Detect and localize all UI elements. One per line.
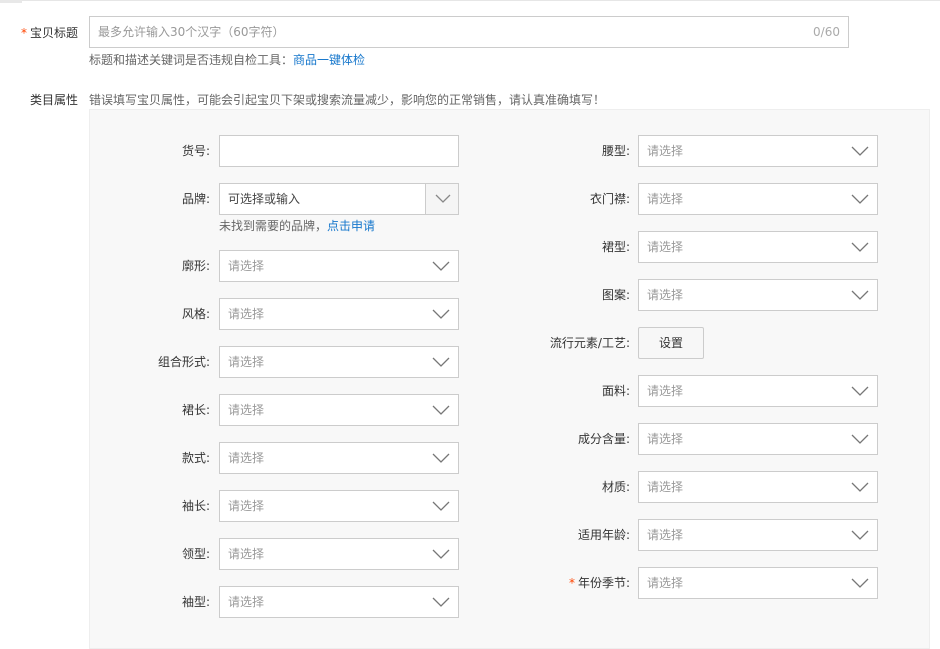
select-placeholder: 请选择 [647,432,684,446]
select-placeholder: 请选择 [647,576,684,590]
required-mark: * [568,576,575,590]
chevron-down-icon [851,434,869,444]
qunxing-select[interactable]: 请选择 [638,231,878,263]
qunxing-label: 裙型: [601,240,630,254]
brand-hint: 未找到需要的品牌，点击申请 [219,217,375,234]
top-divider [0,0,940,3]
lingxing-select[interactable]: 请选择 [219,538,459,570]
nianfen-select[interactable]: 请选择 [638,567,878,599]
mianliao-label: 面料: [601,384,630,398]
zuhe-label: 组合形式: [157,355,210,369]
nianfen-label: * 年份季节: [510,567,630,599]
kuoxing-label: 廓形: [181,259,210,273]
chevron-down-icon [851,386,869,396]
chevron-down-icon [432,597,450,607]
caizhi-select[interactable]: 请选择 [638,471,878,503]
kuanshi-select[interactable]: 请选择 [219,442,459,474]
select-placeholder: 请选择 [228,307,265,321]
chevron-down-icon [851,146,869,156]
select-placeholder: 请选择 [228,595,265,609]
xiuxing-select[interactable]: 请选择 [219,586,459,618]
nianling-label: 适用年龄: [577,528,630,542]
select-placeholder: 请选择 [228,259,265,273]
select-placeholder: 请选择 [228,451,265,465]
brand-label: 品牌: [181,192,210,206]
chengfen-select[interactable]: 请选择 [638,423,878,455]
chevron-down-icon [851,242,869,252]
kuoxing-select[interactable]: 请选择 [219,250,459,282]
brand-placeholder: 可选择或输入 [228,192,301,206]
liuxing-label: 流行元素/工艺: [549,336,630,350]
apply-brand-link[interactable]: 点击申请 [327,219,375,233]
mianliao-select[interactable]: 请选择 [638,375,878,407]
chevron-down-icon [435,194,451,203]
xiuxing-label: 袖型: [181,595,210,609]
select-placeholder: 请选择 [228,547,265,561]
xiuchang-select[interactable]: 请选择 [219,490,459,522]
chevron-down-icon [851,530,869,540]
title-counter: 0/60 [813,25,840,39]
fengge-select[interactable]: 请选择 [219,298,459,330]
chevron-down-icon [432,261,450,271]
chevron-down-icon [851,482,869,492]
select-placeholder: 请选择 [228,403,265,417]
title-label: * 宝贝标题 [0,24,78,41]
yimenjin-label: 衣门襟: [589,192,630,206]
chevron-down-icon [432,549,450,559]
chevron-down-icon [432,357,450,367]
chevron-down-icon [432,501,450,511]
yaoxing-select[interactable]: 请选择 [638,135,878,167]
brand-hint-text: 未找到需要的品牌， [219,219,328,233]
qunchang-label: 裙长: [181,403,210,417]
chevron-down-icon [432,309,450,319]
title-hint-text: 标题和描述关键词是否违规自检工具： [89,53,294,67]
category-label: 类目属性 [29,93,78,107]
select-placeholder: 请选择 [647,384,684,398]
title-hint: 标题和描述关键词是否违规自检工具：商品一键体检 [89,51,365,68]
settings-button[interactable]: 设置 [638,327,704,359]
tuan-label: 图案: [601,288,630,302]
zuhe-select[interactable]: 请选择 [219,346,459,378]
select-placeholder: 请选择 [647,480,684,494]
chevron-down-icon [851,578,869,588]
title-input[interactable]: 最多允许输入30个汉字（60字符） 0/60 [89,16,849,48]
product-check-link[interactable]: 商品一键体检 [293,53,365,67]
required-mark: * [20,26,27,40]
title-row: * 宝贝标题 最多允许输入30个汉字（60字符） 0/60 标题和描述关键词是否违… [0,16,940,76]
xiuchang-label: 袖长: [181,499,210,513]
top-accent [0,0,22,3]
fengge-label: 风格: [181,307,210,321]
yaoxing-label: 腰型: [601,144,630,158]
select-placeholder: 请选择 [647,144,684,158]
title-label-text: 宝贝标题 [29,26,78,40]
title-placeholder: 最多允许输入30个汉字（60字符） [98,25,285,39]
category-warning: 错误填写宝贝属性，可能会引起宝贝下架或搜索流量减少，影响您的正常销售，请认真准确… [89,93,606,107]
attributes-panel: 货号: 品牌: 可选择或输入 未找到需要的品牌，点击申请 廓形: 请选择 风格:… [89,109,930,649]
tuan-select[interactable]: 请选择 [638,279,878,311]
nianfen-label-text: 年份季节: [577,576,630,590]
chengfen-label: 成分含量: [577,432,630,446]
nianling-select[interactable]: 请选择 [638,519,878,551]
qunchang-select[interactable]: 请选择 [219,394,459,426]
select-placeholder: 请选择 [228,499,265,513]
chevron-down-icon [432,453,450,463]
kuanshi-label: 款式: [181,451,210,465]
caizhi-label: 材质: [601,480,630,494]
yimenjin-select[interactable]: 请选择 [638,183,878,215]
chevron-down-icon [851,194,869,204]
select-placeholder: 请选择 [647,528,684,542]
select-placeholder: 请选择 [228,355,265,369]
chevron-down-icon [432,405,450,415]
brand-dropdown-button[interactable] [425,183,459,215]
chevron-down-icon [851,290,869,300]
select-placeholder: 请选择 [647,240,684,254]
huohao-input[interactable] [219,135,459,167]
select-placeholder: 请选择 [647,288,684,302]
huohao-label: 货号: [181,144,210,158]
lingxing-label: 领型: [181,547,210,561]
brand-combobox[interactable]: 可选择或输入 [219,183,459,215]
select-placeholder: 请选择 [647,192,684,206]
